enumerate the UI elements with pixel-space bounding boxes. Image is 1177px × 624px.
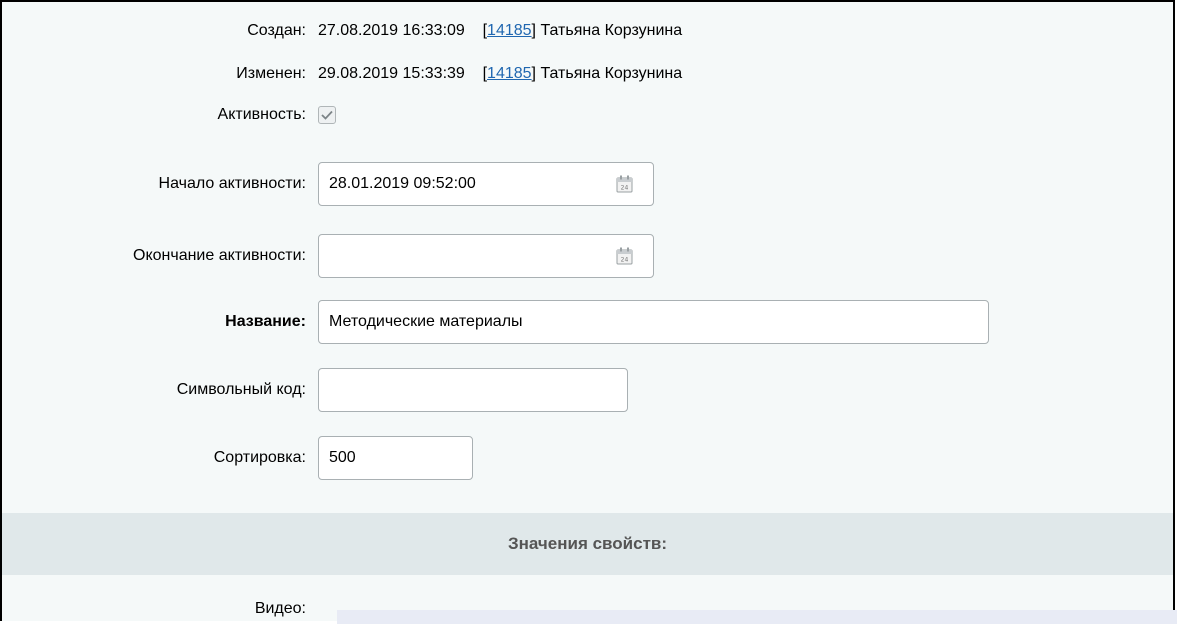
video-field[interactable] [337, 610, 1177, 624]
created-user-name: Татьяна Корзунина [540, 22, 683, 39]
active-to-input[interactable]: 24 [318, 234, 654, 278]
svg-text:24: 24 [621, 257, 629, 264]
active-from-input[interactable]: 28.01.2019 09:52:00 24 [318, 162, 654, 206]
active-to-row: Окончание активности: 24 [2, 234, 1162, 278]
name-row: Название: Методические материалы [2, 300, 1162, 344]
code-label: Символьный код: [176, 381, 306, 398]
active-to-label: Окончание активности: [133, 247, 306, 264]
name-input[interactable]: Методические материалы [318, 300, 989, 344]
code-input[interactable] [318, 368, 628, 412]
created-value: 27.08.2019 16:33:09 [14185] Татьяна Корз… [318, 22, 682, 40]
active-row: Активность: [2, 106, 1162, 124]
element-edit-form: Создан: 27.08.2019 16:33:09 [14185] Тать… [0, 0, 1177, 624]
modified-value: 29.08.2019 15:33:39 [14185] Татьяна Корз… [318, 65, 682, 83]
video-label: Видео: [254, 600, 306, 617]
active-from-label: Начало активности: [158, 175, 306, 192]
modified-bracket-close: ] [531, 65, 536, 82]
sort-value: 500 [329, 449, 356, 466]
created-row: Создан: 27.08.2019 16:33:09 [14185] Тать… [2, 22, 1162, 40]
checkmark-icon [321, 110, 333, 120]
modified-user-name: Татьяна Корзунина [540, 65, 683, 82]
modified-row: Изменен: 29.08.2019 15:33:39 [14185] Тат… [2, 65, 1162, 83]
modified-user-id-link[interactable]: 14185 [487, 65, 532, 82]
properties-section-header: Значения свойств: [2, 513, 1173, 575]
name-label: Название: [225, 313, 306, 330]
name-value: Методические материалы [329, 313, 523, 330]
active-from-row: Начало активности: 28.01.2019 09:52:00 2… [2, 162, 1162, 206]
active-from-value: 28.01.2019 09:52:00 [329, 175, 476, 192]
properties-title: Значения свойств: [507, 534, 668, 553]
created-user-id-link[interactable]: 14185 [487, 22, 532, 39]
sort-label: Сортировка: [213, 449, 306, 466]
modified-datetime: 29.08.2019 15:33:39 [318, 65, 465, 82]
sort-row: Сортировка: 500 [2, 436, 1162, 480]
modified-label: Изменен: [236, 65, 306, 82]
sort-input[interactable]: 500 [318, 436, 473, 480]
active-label: Активность: [217, 106, 306, 123]
created-label: Создан: [247, 22, 306, 39]
calendar-icon[interactable]: 24 [616, 247, 633, 265]
calendar-icon[interactable]: 24 [616, 175, 633, 193]
code-row: Символьный код: [2, 368, 1162, 412]
created-datetime: 27.08.2019 16:33:09 [318, 22, 465, 39]
svg-text:24: 24 [621, 185, 629, 192]
created-bracket-close: ] [531, 22, 536, 39]
active-checkbox[interactable] [318, 106, 336, 124]
